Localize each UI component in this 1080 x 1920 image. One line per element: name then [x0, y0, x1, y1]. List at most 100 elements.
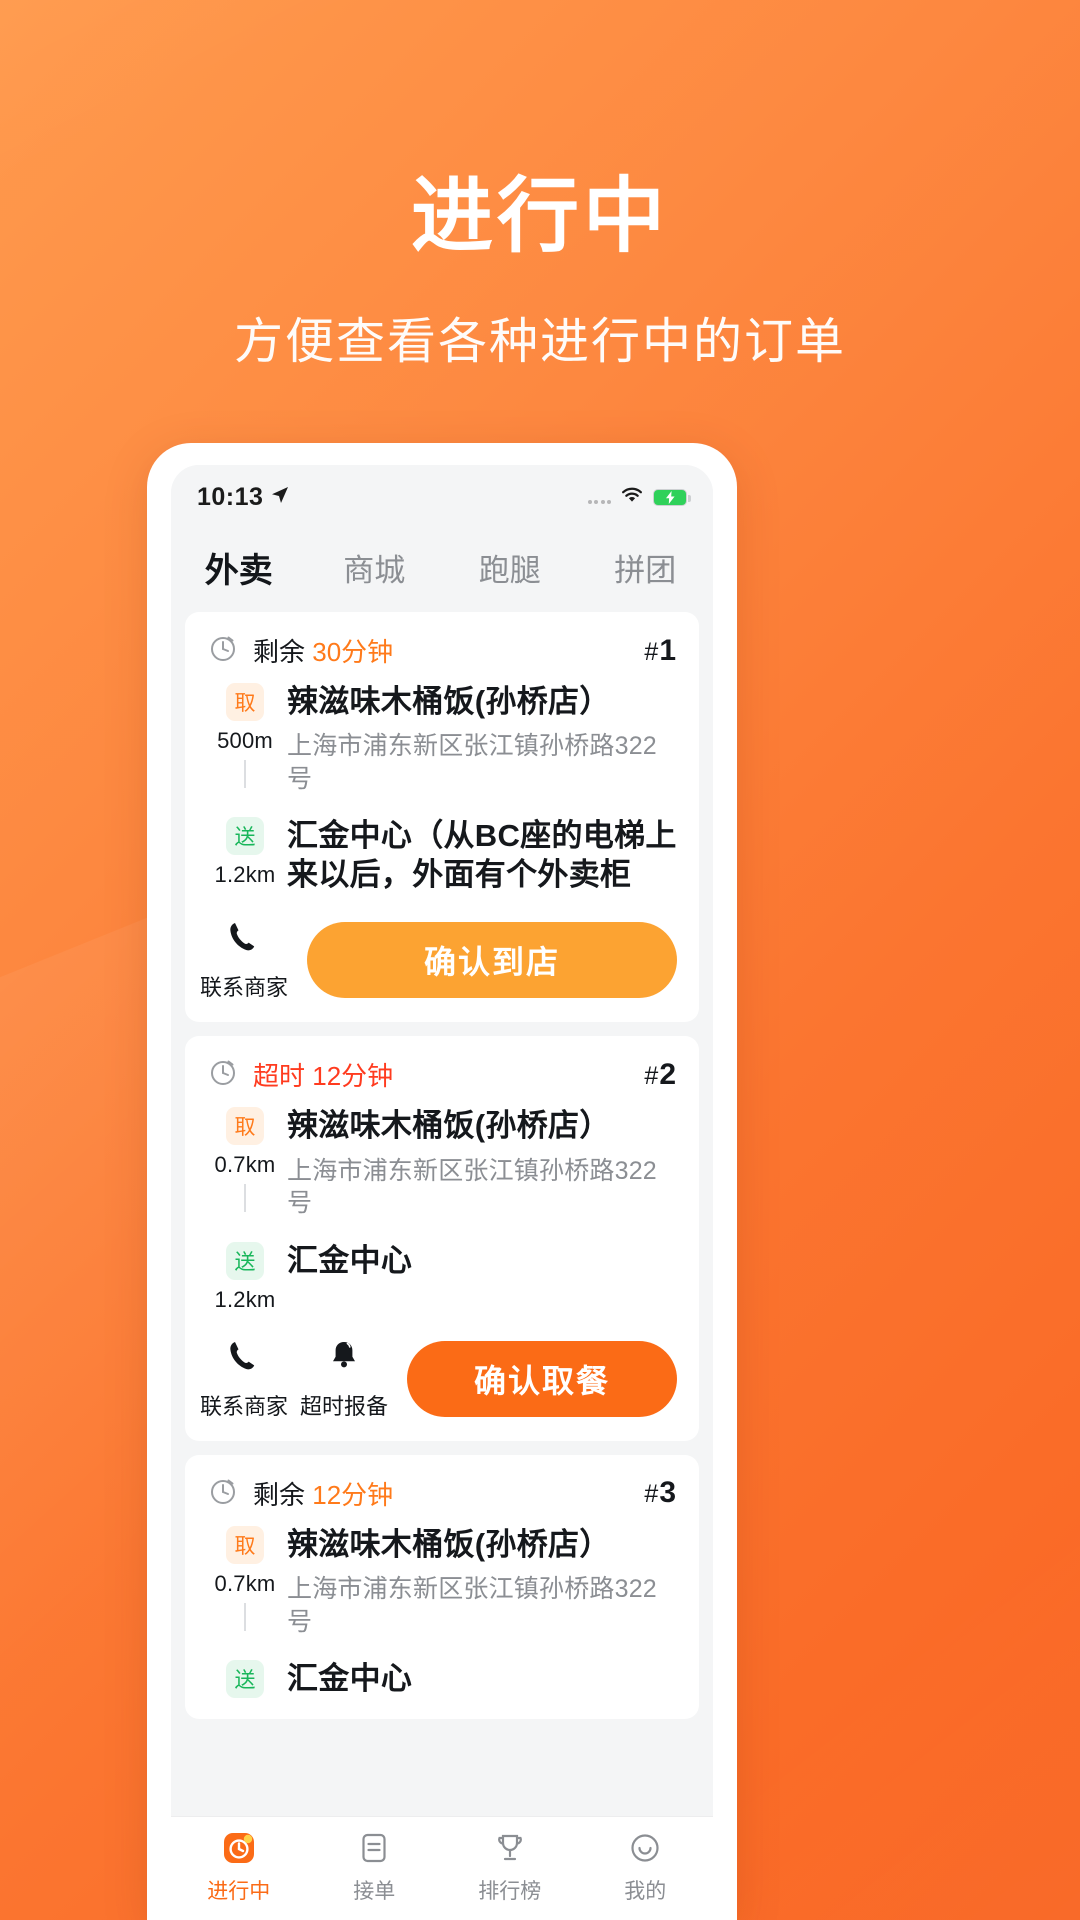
pickup-address: 上海市浦东新区张江镇孙桥路322号: [287, 732, 657, 793]
stopwatch-icon: [207, 1475, 239, 1512]
nav-label-in-progress: 进行中: [207, 1879, 271, 1903]
tab-pintuan[interactable]: 拼团: [578, 545, 714, 590]
order-index: #3: [644, 1476, 677, 1510]
dropoff-name: 汇金中心: [287, 1242, 413, 1278]
dropoff-meta: 送 1.2km: [207, 1241, 283, 1313]
route-spacer: [207, 795, 677, 817]
nav-item-leaderboard[interactable]: 排行榜: [442, 1827, 578, 1905]
pickup-text: 辣滋味木桶饭(孙桥店） 上海市浦东新区张江镇孙桥路322号: [283, 683, 677, 795]
order-card[interactable]: 剩余 30分钟 #1 取 500m 辣滋味木桶饭(孙桥店） 上海市浦东新区张江镇…: [185, 612, 699, 1023]
dropoff-row: 送 1.2km 汇金中心: [207, 1241, 677, 1313]
pickup-name: 辣滋味木桶饭(孙桥店）: [287, 1108, 611, 1144]
order-index-value: 1: [659, 633, 677, 667]
pickup-address: 上海市浦东新区张江镇孙桥路322号: [287, 1575, 657, 1636]
order-status-text: 剩余 30分钟: [253, 632, 393, 669]
pickup-row: 取 0.7km 辣滋味木桶饭(孙桥店） 上海市浦东新区张江镇孙桥路322号: [207, 1107, 677, 1219]
tab-waimai[interactable]: 外卖: [171, 543, 307, 592]
dropoff-row: 送 1.2km 汇金中心（从BC座的电梯上来以后，外面有个外卖柜: [207, 817, 677, 894]
confirm-pickup-button[interactable]: 确认取餐: [407, 1340, 677, 1417]
pickup-name: 辣滋味木桶饭(孙桥店）: [287, 1526, 611, 1562]
order-header: 超时 12分钟 #2: [207, 1056, 677, 1093]
order-route: 取 0.7km 辣滋味木桶饭(孙桥店） 上海市浦东新区张江镇孙桥路322号 送 …: [207, 1107, 677, 1312]
order-card[interactable]: 超时 12分钟 #2 取 0.7km 辣滋味木桶饭(孙桥店） 上海市浦东新区张江…: [185, 1036, 699, 1441]
order-header: 剩余 12分钟 #3: [207, 1475, 677, 1512]
order-index-prefix: #: [644, 1480, 660, 1509]
battery-charging-icon: [653, 488, 691, 506]
status-time: 10:13: [197, 482, 264, 511]
dropoff-text: 汇金中心（从BC座的电梯上来以后，外面有个外卖柜: [283, 817, 677, 894]
order-index-prefix: #: [644, 1061, 660, 1090]
tab-paotui[interactable]: 跑腿: [442, 545, 578, 590]
order-timer: 剩余 12分钟: [207, 1475, 393, 1512]
tab-shangcheng[interactable]: 商城: [307, 545, 443, 590]
pickup-badge: 取: [226, 683, 264, 721]
route-spacer: [207, 1220, 677, 1242]
dropoff-badge: 送: [226, 817, 264, 856]
pickup-text: 辣滋味木桶饭(孙桥店） 上海市浦东新区张江镇孙桥路322号: [283, 1526, 677, 1638]
order-status-text: 剩余 12分钟: [253, 1475, 393, 1512]
order-status-text: 超时 12分钟: [253, 1056, 393, 1093]
pickup-distance: 500m: [217, 728, 273, 753]
location-arrow-icon: [270, 485, 290, 510]
contact-merchant-button[interactable]: 联系商家: [200, 918, 288, 1002]
nav-item-accept-orders[interactable]: 接单: [307, 1827, 443, 1905]
report-delay-label: 超时报备: [300, 1393, 389, 1419]
order-list: 剩余 30分钟 #1 取 500m 辣滋味木桶饭(孙桥店） 上海市浦东新区张江镇…: [171, 612, 713, 1719]
dropoff-name: 汇金中心: [287, 1661, 413, 1697]
nav-label-profile: 我的: [624, 1879, 667, 1903]
phone-screen: 10:13 外卖 商城 跑腿 拼团 剩余 30分钟 #1 取 500m 辣滋味木…: [171, 465, 713, 1920]
confirm-arrival-button[interactable]: 确认到店: [307, 922, 677, 999]
order-route: 取 0.7km 辣滋味木桶饭(孙桥店） 上海市浦东新区张江镇孙桥路322号 送 …: [207, 1525, 677, 1699]
pickup-meta: 取 0.7km: [207, 1107, 283, 1213]
pickup-row: 取 500m 辣滋味木桶饭(孙桥店） 上海市浦东新区张江镇孙桥路322号: [207, 683, 677, 795]
smiley-face-icon: [625, 1827, 665, 1869]
order-index-prefix: #: [644, 637, 660, 666]
dropoff-row: 送 汇金中心: [207, 1660, 677, 1699]
order-status-value: 12分钟: [312, 1479, 394, 1510]
contact-merchant-button[interactable]: 联系商家: [200, 1337, 288, 1421]
order-card[interactable]: 剩余 12分钟 #3 取 0.7km 辣滋味木桶饭(孙桥店） 上海市浦东新区张江…: [185, 1454, 699, 1719]
dropoff-badge: 送: [226, 1241, 264, 1280]
stopwatch-icon: [207, 632, 239, 669]
hero-section: 进行中 方便查看各种进行中的订单: [0, 0, 1080, 373]
route-connector: [244, 1184, 246, 1213]
status-bar-right: [587, 486, 691, 509]
page-subtitle: 方便查看各种进行中的订单: [233, 315, 846, 370]
trophy-icon: [490, 1827, 530, 1869]
page-title: 进行中: [410, 171, 669, 262]
wifi-icon: [620, 486, 644, 509]
report-delay-button[interactable]: 超时报备: [300, 1337, 388, 1421]
running-order-icon: [219, 1827, 259, 1869]
nav-item-in-progress[interactable]: 进行中: [171, 1827, 307, 1905]
bell-icon: [325, 1337, 363, 1380]
promo-screen: 进行中 方便查看各种进行中的订单 10:13 外卖 商城 跑腿 拼团 剩余 30…: [0, 0, 1080, 1920]
order-status-prefix: 超时: [253, 1061, 306, 1092]
dropoff-text: 汇金中心: [283, 1660, 677, 1698]
pickup-meta: 取 0.7km: [207, 1525, 283, 1631]
dropoff-distance: 1.2km: [214, 1286, 276, 1312]
pickup-badge: 取: [226, 1107, 264, 1146]
status-bar-left: 10:13: [197, 483, 290, 512]
dropoff-badge: 送: [226, 1660, 264, 1699]
dropoff-distance: 1.2km: [214, 862, 276, 888]
contact-merchant-label: 联系商家: [200, 1393, 289, 1419]
order-status-value: 12分钟: [312, 1061, 394, 1092]
order-route: 取 500m 辣滋味木桶饭(孙桥店） 上海市浦东新区张江镇孙桥路322号 送 1…: [207, 683, 677, 894]
order-index: #1: [644, 634, 677, 668]
bottom-navigation[interactable]: 进行中 接单 排行榜 我的: [171, 1816, 713, 1920]
dropoff-meta: 送: [207, 1660, 283, 1699]
pickup-meta: 取 500m: [207, 683, 283, 788]
order-status-prefix: 剩余: [253, 637, 306, 667]
pickup-badge: 取: [226, 1525, 264, 1564]
phone-icon: [225, 1337, 263, 1380]
route-spacer: [207, 1638, 677, 1660]
order-timer: 剩余 30分钟: [207, 632, 393, 669]
nav-item-profile[interactable]: 我的: [578, 1827, 714, 1905]
order-index-value: 3: [659, 1476, 677, 1510]
order-timer: 超时 12分钟: [207, 1056, 393, 1093]
route-connector: [244, 1602, 246, 1631]
signal-dots-icon: [587, 491, 611, 504]
order-header: 剩余 30分钟 #1: [207, 632, 677, 669]
dropoff-name: 汇金中心（从BC座的电梯上来以后，外面有个外卖柜: [287, 818, 677, 892]
category-tabs[interactable]: 外卖 商城 跑腿 拼团: [171, 521, 713, 612]
